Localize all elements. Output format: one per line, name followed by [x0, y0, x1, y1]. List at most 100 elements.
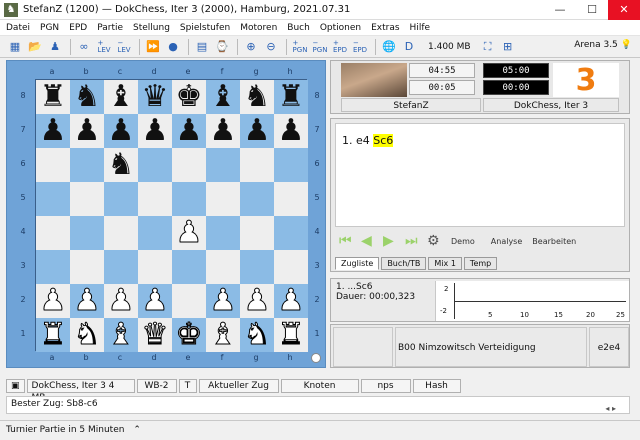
tab-buch-tb[interactable]: Buch/TB [381, 257, 427, 270]
square-c3[interactable] [104, 250, 138, 284]
black-pawn-icon[interactable]: ♟ [40, 114, 67, 148]
menu-item-optionen[interactable]: Optionen [320, 23, 361, 33]
settings-gear-icon[interactable]: ⚙ [427, 233, 443, 249]
pieces-icon[interactable]: ♟ [46, 38, 64, 56]
square-g6[interactable] [240, 148, 274, 182]
black-queen-icon[interactable]: ♛ [142, 80, 169, 114]
first-move-icon[interactable]: ⏮ [339, 233, 355, 249]
square-b6[interactable] [70, 148, 104, 182]
white-pawn-icon[interactable]: ♟ [39, 283, 67, 318]
square-e4[interactable]: ♟ [172, 215, 206, 250]
white-pawn-icon[interactable]: ♟ [209, 283, 237, 318]
black-move[interactable]: Sc6 [373, 134, 394, 147]
infinite-icon[interactable]: ∞ [75, 38, 93, 56]
last-move-icon[interactable]: ⏭ [405, 233, 421, 249]
lev-minus-icon[interactable]: − LEV [115, 38, 133, 56]
square-e2[interactable] [172, 284, 206, 318]
square-f6[interactable] [206, 148, 240, 182]
square-a4[interactable] [36, 216, 70, 250]
white-pawn-icon[interactable]: ♟ [141, 283, 169, 318]
square-d2[interactable]: ♟ [138, 283, 172, 318]
square-f3[interactable] [206, 250, 240, 284]
square-c8[interactable]: ♝ [104, 80, 138, 114]
restore-icon[interactable]: ⊞ [499, 38, 517, 56]
white-pawn-icon[interactable]: ♟ [175, 215, 203, 250]
minimize-button[interactable]: — [544, 0, 576, 20]
black-king-icon[interactable]: ♚ [176, 80, 203, 114]
white-pawn-icon[interactable]: ♟ [107, 283, 135, 318]
lev-plus-icon[interactable]: + LEV [95, 38, 113, 56]
square-e1[interactable]: ♚ [172, 317, 206, 352]
bearbeiten-button[interactable]: Bearbeiten [532, 237, 576, 246]
globe-icon[interactable]: 🌐 [380, 38, 398, 56]
tab-mix-1[interactable]: Mix 1 [428, 257, 462, 270]
menu-item-datei[interactable]: Datei [6, 23, 30, 33]
square-f2[interactable]: ♟ [206, 283, 240, 318]
square-a5[interactable] [36, 182, 70, 216]
engine-icon[interactable]: ▣ [6, 379, 25, 393]
demo-button[interactable]: Demo [451, 237, 475, 246]
analyse-button[interactable]: Analyse [491, 237, 523, 246]
coin-icon[interactable]: ● [164, 38, 182, 56]
clock-icon[interactable]: ⌚ [213, 38, 231, 56]
square-f5[interactable] [206, 182, 240, 216]
square-e3[interactable] [172, 250, 206, 284]
square-c6[interactable]: ♞ [104, 148, 138, 182]
fullscreen-icon[interactable]: ⛶ [479, 38, 497, 56]
square-d1[interactable]: ♛ [138, 317, 172, 352]
white-bishop-icon[interactable]: ♝ [107, 317, 135, 352]
epd-plus-icon[interactable]: + EPD [331, 38, 349, 56]
square-h2[interactable]: ♟ [274, 283, 308, 318]
black-pawn-icon[interactable]: ♟ [210, 114, 237, 148]
menu-item-buch[interactable]: Buch [287, 23, 310, 33]
open-icon[interactable]: 📂 [26, 38, 44, 56]
square-g2[interactable]: ♟ [240, 283, 274, 318]
square-h6[interactable] [274, 148, 308, 182]
menu-item-hilfe[interactable]: Hilfe [410, 23, 430, 33]
square-g3[interactable] [240, 250, 274, 284]
square-f8[interactable]: ♝ [206, 80, 240, 114]
black-rook-icon[interactable]: ♜ [278, 80, 305, 114]
forward-icon[interactable]: ⏩ [144, 38, 162, 56]
white-pawn-icon[interactable]: ♟ [243, 283, 271, 318]
square-d5[interactable] [138, 182, 172, 216]
tab-temp[interactable]: Temp [463, 257, 498, 270]
square-e5[interactable] [172, 182, 206, 216]
black-rook-icon[interactable]: ♜ [40, 80, 67, 114]
square-h8[interactable]: ♜ [274, 80, 308, 114]
square-g5[interactable] [240, 182, 274, 216]
menu-item-motoren[interactable]: Motoren [240, 23, 277, 33]
menu-item-spielstufen[interactable]: Spielstufen [180, 23, 230, 33]
square-h5[interactable] [274, 182, 308, 216]
pgn-plus-icon[interactable]: + PGN [291, 38, 309, 56]
square-h4[interactable] [274, 216, 308, 250]
dgt-icon[interactable]: D [400, 38, 418, 56]
lightbulb-icon[interactable]: 💡 [621, 40, 632, 50]
black-pawn-icon[interactable]: ♟ [244, 114, 271, 148]
square-c2[interactable]: ♟ [104, 283, 138, 318]
square-h3[interactable] [274, 250, 308, 284]
white-rook-icon[interactable]: ♜ [277, 317, 305, 352]
black-pawn-icon[interactable]: ♟ [142, 114, 169, 148]
square-b3[interactable] [70, 250, 104, 284]
next-move-icon[interactable]: ▶ [383, 233, 399, 249]
menu-item-epd[interactable]: EPD [69, 23, 87, 33]
square-g8[interactable]: ♞ [240, 80, 274, 114]
square-g1[interactable]: ♞ [240, 317, 274, 352]
square-h7[interactable]: ♟ [274, 114, 308, 148]
square-f7[interactable]: ♟ [206, 114, 240, 148]
square-c1[interactable]: ♝ [104, 317, 138, 352]
square-b7[interactable]: ♟ [70, 114, 104, 148]
maximize-button[interactable]: ☐ [576, 0, 608, 20]
menu-item-pgn[interactable]: PGN [40, 23, 59, 33]
white-bishop-icon[interactable]: ♝ [209, 317, 237, 352]
move-list[interactable]: 1. e4 Sc6 [335, 123, 625, 227]
black-knight-icon[interactable]: ♞ [74, 80, 101, 114]
square-d6[interactable] [138, 148, 172, 182]
black-pawn-icon[interactable]: ♟ [176, 114, 203, 148]
black-pawn-icon[interactable]: ♟ [74, 114, 101, 148]
square-d3[interactable] [138, 250, 172, 284]
square-c4[interactable] [104, 216, 138, 250]
square-b2[interactable]: ♟ [70, 283, 104, 318]
black-pawn-icon[interactable]: ♟ [108, 114, 135, 148]
